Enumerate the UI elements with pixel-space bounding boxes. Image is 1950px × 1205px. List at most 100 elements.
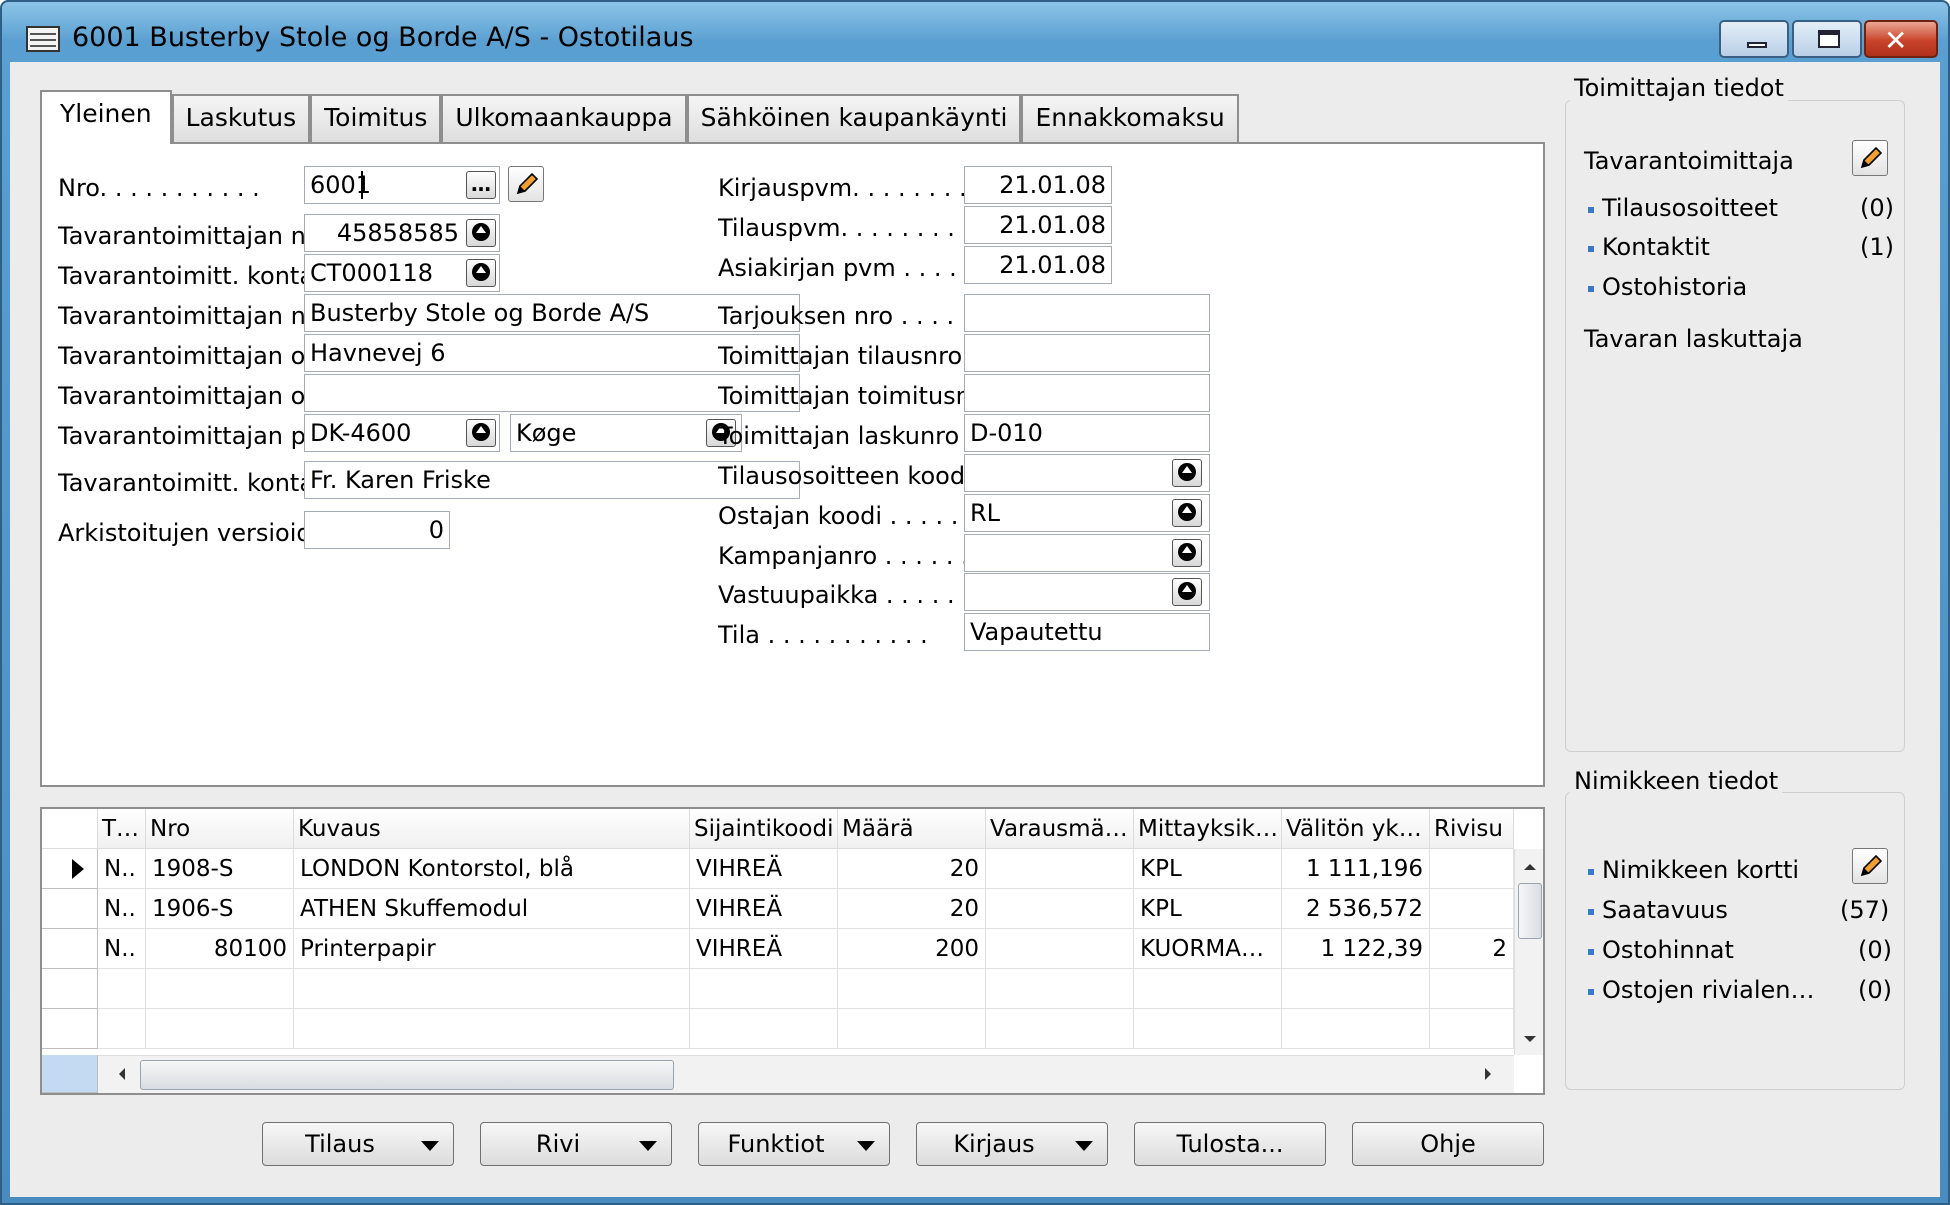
empty-cell[interactable] [986,969,1134,1009]
vendor-link[interactable]: Tavarantoimittaja [1584,147,1794,175]
vendor-contact-lookup-arrow-icon[interactable] [466,259,496,287]
table-cell-unit-cost[interactable]: 1 111,196 [1282,849,1430,889]
horizontal-scrollbar[interactable] [98,1055,1514,1093]
tab-yleinen[interactable]: Yleinen [40,90,172,144]
empty-cell[interactable] [1430,1009,1514,1049]
quote-no-field[interactable] [964,294,1210,332]
vertical-scrollbar[interactable] [1514,849,1544,1055]
help-button[interactable]: Ohje [1352,1122,1544,1166]
order-addresses-link[interactable]: Tilausosoitteet [1602,194,1778,222]
contacts-link[interactable]: Kontaktit [1602,233,1710,261]
item-card-link[interactable]: Nimikkeen kortti [1602,856,1799,884]
empty-cell[interactable] [98,1009,146,1049]
responsibility-center-lookup-arrow-icon[interactable] [1172,578,1202,606]
vendor-order-no-field[interactable] [964,334,1210,372]
column-header-description[interactable]: Kuvaus [294,809,690,849]
table-cell-amount[interactable]: 2 [1430,929,1514,969]
line-menu-button[interactable]: Rivi [480,1122,672,1166]
tab-toimitus[interactable]: Toimitus [310,94,442,142]
order-address-lookup-arrow-icon[interactable] [1172,459,1202,487]
archived-versions-field[interactable]: 0 [304,511,450,549]
empty-cell[interactable] [838,1009,986,1049]
vertical-scroll-thumb[interactable] [1518,883,1542,939]
table-cell-amount[interactable] [1430,889,1514,929]
item-card-edit-pencil-icon[interactable] [1852,848,1888,884]
row-selector[interactable] [42,929,98,969]
row-selector[interactable] [42,849,98,889]
purchase-history-link[interactable]: Ostohistoria [1602,273,1747,301]
table-cell-reserved[interactable] [986,889,1134,929]
empty-cell[interactable] [1282,969,1430,1009]
row-selector[interactable] [42,889,98,929]
column-header-location[interactable]: Sijaintikoodi [690,809,838,849]
tab-sahkoinen-kaupankaynti[interactable]: Sähköinen kaupankäynti [686,94,1022,142]
empty-cell[interactable] [98,969,146,1009]
table-cell-location[interactable]: VIHREÄ [690,849,838,889]
print-button[interactable]: Tulosta... [1134,1122,1326,1166]
availability-link[interactable]: Saatavuus [1602,896,1728,924]
empty-cell[interactable] [690,1009,838,1049]
empty-cell[interactable] [1134,1009,1282,1049]
scroll-left-icon[interactable] [112,1060,132,1088]
empty-cell[interactable] [294,1009,690,1049]
tab-ennakkomaksu[interactable]: Ennakkomaksu [1021,94,1239,142]
table-cell-location[interactable]: VIHREÄ [690,929,838,969]
table-cell-type[interactable]: N.. [98,849,146,889]
nro-assist-edit-button[interactable]: … [466,171,496,199]
table-cell-no[interactable]: 80100 [146,929,294,969]
table-cell-no[interactable]: 1908-S [146,849,294,889]
empty-cell[interactable] [294,969,690,1009]
tab-ulkomaankauppa[interactable]: Ulkomaankauppa [441,94,687,142]
document-date-field[interactable]: 21.01.08 [964,246,1112,284]
table-cell-uom[interactable]: KUORMA… [1134,929,1282,969]
table-cell-location[interactable]: VIHREÄ [690,889,838,929]
close-button[interactable]: ✕ [1864,20,1938,58]
row-selector[interactable] [42,1009,98,1049]
order-date-field[interactable]: 21.01.08 [964,206,1112,244]
empty-cell[interactable] [838,969,986,1009]
row-selector[interactable] [42,969,98,1009]
purchase-prices-link[interactable]: Ostohinnat [1602,936,1734,964]
table-cell-quantity[interactable]: 200 [838,929,986,969]
column-header-line-amount[interactable]: Rivisu [1430,809,1514,849]
table-cell-reserved[interactable] [986,849,1134,889]
scroll-up-icon[interactable] [1516,857,1544,877]
horizontal-scroll-thumb[interactable] [140,1060,674,1090]
scroll-down-icon[interactable] [1516,1029,1544,1049]
order-menu-button[interactable]: Tilaus [262,1122,454,1166]
table-cell-unit-cost[interactable]: 1 122,39 [1282,929,1430,969]
table-cell-type[interactable]: N.. [98,929,146,969]
pay-to-vendor-link[interactable]: Tavaran laskuttaja [1584,325,1803,353]
table-cell-unit-cost[interactable]: 2 536,572 [1282,889,1430,929]
empty-cell[interactable] [146,969,294,1009]
nro-edit-pencil-icon[interactable] [508,166,544,202]
scroll-right-icon[interactable] [1478,1060,1498,1088]
campaign-lookup-arrow-icon[interactable] [1172,539,1202,567]
table-cell-quantity[interactable]: 20 [838,849,986,889]
table-cell-quantity[interactable]: 20 [838,889,986,929]
vendor-invoice-no-field[interactable]: D-010 [964,414,1210,452]
title-bar[interactable]: 6001 Busterby Stole og Borde A/S - Ostot… [2,2,1948,60]
column-header-quantity[interactable]: Määrä [838,809,986,849]
table-cell-amount[interactable] [1430,849,1514,889]
posting-menu-button[interactable]: Kirjaus [916,1122,1108,1166]
vendor-shipment-no-field[interactable] [964,374,1210,412]
vendor-no-lookup-arrow-icon[interactable] [466,219,496,247]
purchase-line-discounts-link[interactable]: Ostojen rivialen… [1602,976,1815,1004]
tab-laskutus[interactable]: Laskutus [171,94,311,142]
column-header-direct-unit-cost[interactable]: Välitön yk… [1282,809,1430,849]
empty-cell[interactable] [1430,969,1514,1009]
empty-cell[interactable] [146,1009,294,1049]
table-cell-no[interactable]: 1906-S [146,889,294,929]
maximize-button[interactable] [1792,20,1862,58]
purchaser-lookup-arrow-icon[interactable] [1172,499,1202,527]
posting-date-field[interactable]: 21.01.08 [964,166,1112,204]
vendor-edit-pencil-icon[interactable] [1852,140,1888,176]
column-header-reserved[interactable]: Varausmä… [986,809,1134,849]
empty-cell[interactable] [690,969,838,1009]
table-cell-description[interactable]: LONDON Kontorstol, blå [294,849,690,889]
minimize-button[interactable] [1719,20,1789,58]
functions-menu-button[interactable]: Funktiot [698,1122,890,1166]
postcode-lookup-arrow-icon[interactable] [466,419,496,447]
table-cell-reserved[interactable] [986,929,1134,969]
